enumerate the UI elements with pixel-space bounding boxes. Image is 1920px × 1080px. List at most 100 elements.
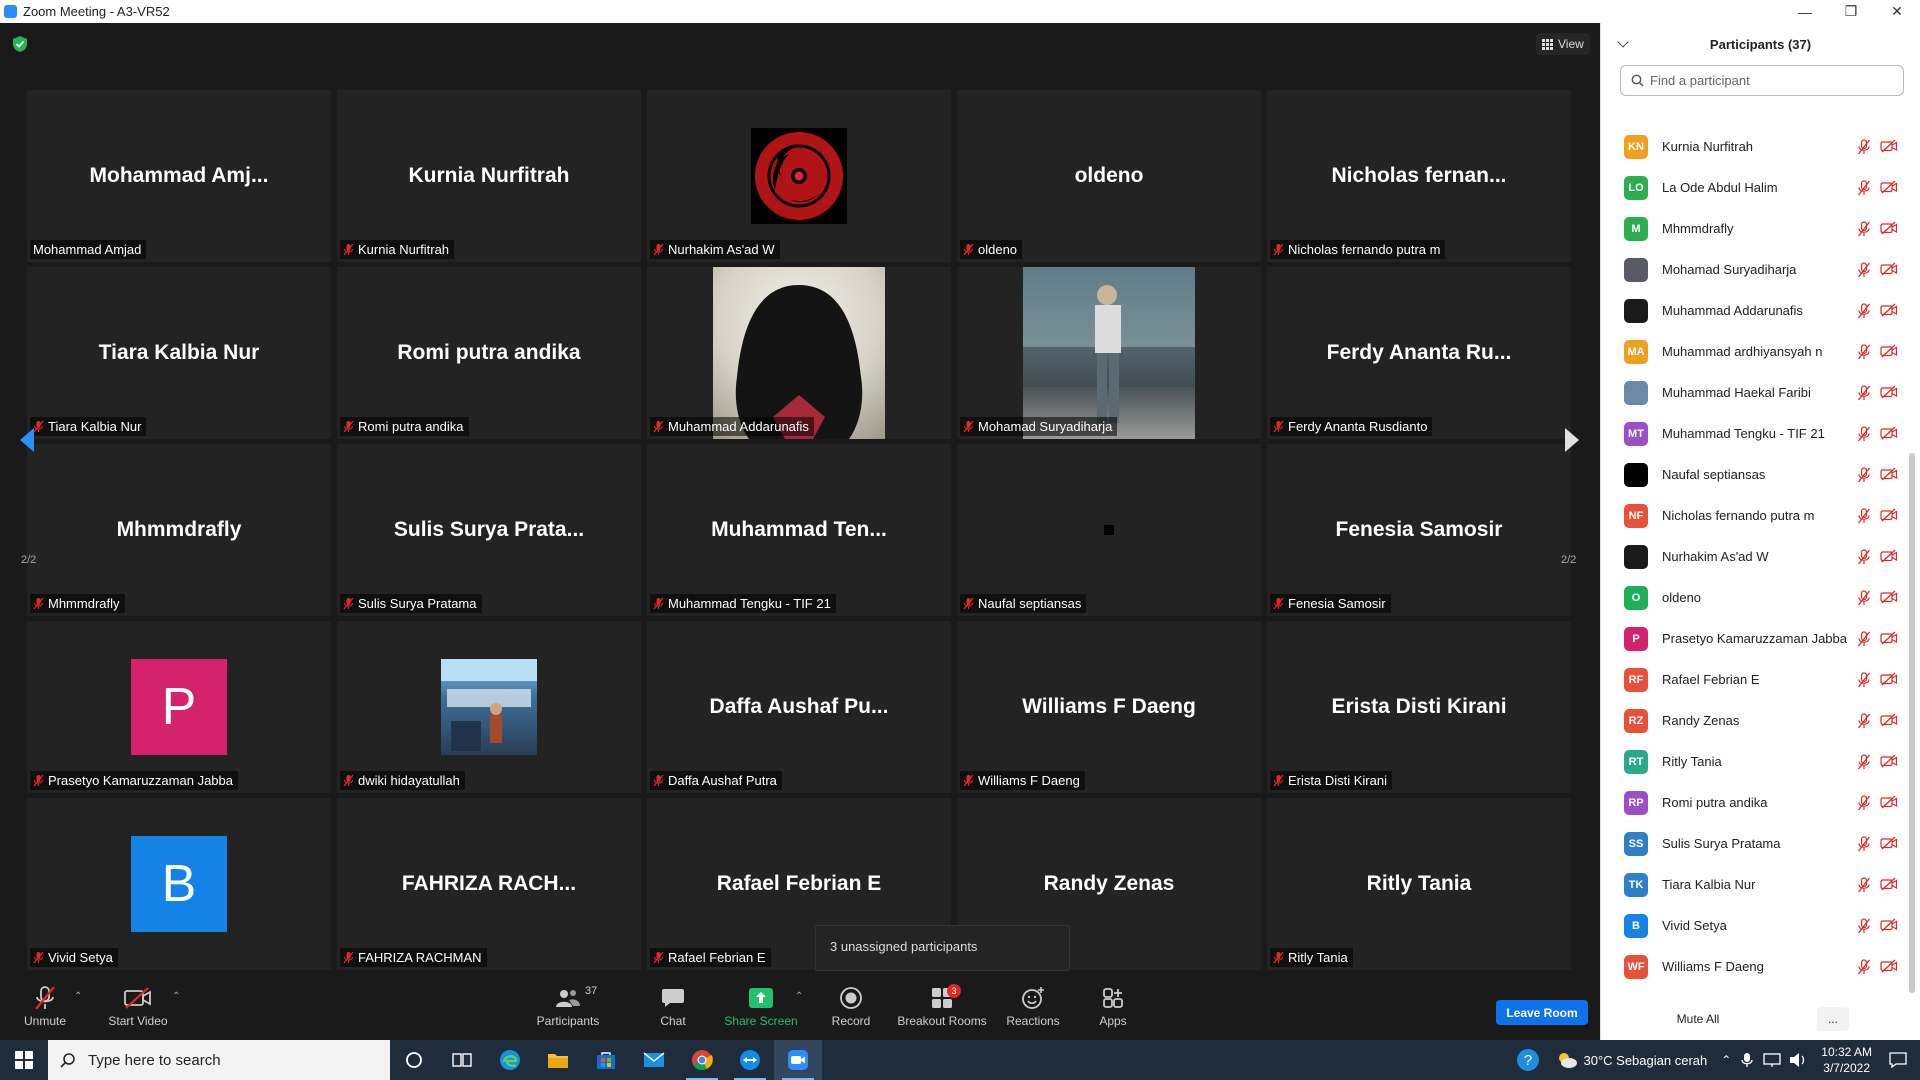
show-hidden-icons-chevron-icon[interactable]: ⌃	[1721, 1053, 1731, 1067]
participant-camera-off-icon[interactable]	[1880, 672, 1898, 686]
share-screen-button[interactable]: Share Screen	[716, 985, 806, 1035]
participant-camera-off-icon[interactable]	[1880, 590, 1898, 604]
participant-mic-muted-icon[interactable]	[1857, 426, 1871, 442]
participant-row[interactable]: M Mhmmdrafly	[1601, 208, 1906, 249]
breakout-rooms-button[interactable]: 3 Breakout Rooms	[897, 984, 987, 1035]
mail-icon[interactable]	[630, 1040, 678, 1080]
participant-mic-muted-icon[interactable]	[1857, 221, 1871, 237]
participant-camera-off-icon[interactable]	[1880, 221, 1898, 235]
participant-row[interactable]: Ooldeno	[1601, 577, 1906, 618]
participant-camera-off-icon[interactable]	[1880, 262, 1898, 276]
teamviewer-icon[interactable]	[726, 1040, 774, 1080]
task-view-icon[interactable]	[438, 1040, 486, 1080]
start-video-button[interactable]: Start Video	[93, 985, 183, 1035]
participants-button[interactable]: 37 Participants	[523, 985, 613, 1035]
participant-row[interactable]: RF Rafael Febrian E	[1601, 659, 1906, 700]
encryption-shield-icon[interactable]	[12, 35, 28, 53]
participant-row[interactable]: TK Tiara Kalbia Nur	[1601, 864, 1906, 905]
participant-mic-muted-icon[interactable]	[1857, 713, 1871, 729]
participant-row[interactable]: RZ Randy Zenas	[1601, 700, 1906, 741]
apps-button[interactable]: Apps	[1068, 985, 1158, 1035]
more-options-button[interactable]: ...	[1817, 1007, 1849, 1031]
video-tile[interactable]: Ferdy Ananta Ru... Ferdy Ananta Rusdianto	[1267, 267, 1571, 439]
video-tile[interactable]: dwiki hidayatullah	[337, 621, 641, 793]
video-tile[interactable]: FAHRIZA RACH... FAHRIZA RACHMAN	[337, 798, 641, 970]
participant-row[interactable]: NF Nicholas fernando putra m	[1601, 495, 1906, 536]
participant-camera-off-icon[interactable]	[1880, 631, 1898, 645]
edge-browser-icon[interactable]	[486, 1040, 534, 1080]
chrome-icon[interactable]	[678, 1040, 726, 1080]
participant-row[interactable]: Nurhakim As'ad W	[1601, 536, 1906, 577]
minimize-button[interactable]: —	[1782, 0, 1828, 23]
video-tile[interactable]: Mhmmdrafly Mhmmdrafly	[27, 444, 331, 616]
previous-page-button[interactable]	[12, 416, 42, 464]
participant-row[interactable]: Naufal septiansas	[1601, 454, 1906, 495]
participant-camera-off-icon[interactable]	[1880, 139, 1898, 153]
system-clock[interactable]: 10:32 AM 3/7/2022	[1821, 1044, 1872, 1076]
collapse-chevron-icon[interactable]	[1617, 36, 1629, 48]
notifications-icon[interactable]	[1888, 1051, 1908, 1069]
video-tile[interactable]: Naufal septiansas	[957, 444, 1261, 616]
video-tile[interactable]: Mohammad Amj... Mohammad Amjad	[27, 90, 331, 262]
participant-mic-muted-icon[interactable]	[1857, 672, 1871, 688]
taskbar-search-box[interactable]: Type here to search	[48, 1040, 390, 1080]
audio-options-chevron-icon[interactable]: ⌃	[74, 991, 82, 1002]
participant-camera-off-icon[interactable]	[1880, 918, 1898, 932]
reactions-button[interactable]: Reactions	[988, 985, 1078, 1035]
participant-row[interactable]: Muhammad Haekal Faribi	[1601, 372, 1906, 413]
participant-row[interactable]: Mohamad Suryadiharja	[1601, 249, 1906, 290]
video-tile[interactable]: Fenesia Samosir Fenesia Samosir	[1267, 444, 1571, 616]
video-tile[interactable]: Nurhakim As'ad W	[647, 90, 951, 262]
video-tile[interactable]: Ritly Tania Ritly Tania	[1267, 798, 1571, 970]
video-tile[interactable]: Erista Disti Kirani Erista Disti Kirani	[1267, 621, 1571, 793]
participant-mic-muted-icon[interactable]	[1857, 385, 1871, 401]
file-explorer-icon[interactable]	[534, 1040, 582, 1080]
view-button[interactable]: View	[1536, 33, 1590, 55]
video-tile[interactable]: Williams F Daeng Williams F Daeng	[957, 621, 1261, 793]
start-button[interactable]	[0, 1040, 48, 1080]
video-tile[interactable]: Kurnia Nurfitrah Kurnia Nurfitrah	[337, 90, 641, 262]
participant-camera-off-icon[interactable]	[1880, 836, 1898, 850]
zoom-taskbar-icon[interactable]	[774, 1040, 822, 1080]
participant-camera-off-icon[interactable]	[1880, 303, 1898, 317]
mute-all-button[interactable]: Mute All	[1668, 1007, 1728, 1031]
participant-row[interactable]: LO La Ode Abdul Halim	[1601, 167, 1906, 208]
participant-mic-muted-icon[interactable]	[1857, 549, 1871, 565]
participant-mic-muted-icon[interactable]	[1857, 262, 1871, 278]
participant-row[interactable]: SS Sulis Surya Pratama	[1601, 823, 1906, 864]
participant-row[interactable]: MT Muhammad Tengku - TIF 21	[1601, 413, 1906, 454]
participant-row[interactable]: RT Ritly Tania	[1601, 741, 1906, 782]
participant-row[interactable]: WF Williams F Daeng	[1601, 946, 1906, 987]
participant-row[interactable]: RP Romi putra andika	[1601, 782, 1906, 823]
participant-mic-muted-icon[interactable]	[1857, 631, 1871, 647]
participant-mic-muted-icon[interactable]	[1857, 877, 1871, 893]
participant-row[interactable]: B Vivid Setya	[1601, 905, 1906, 946]
participant-row[interactable]: P Prasetyo Kamaruzzaman Jabba	[1601, 618, 1906, 659]
share-options-chevron-icon[interactable]: ⌃	[795, 991, 803, 1002]
participant-camera-off-icon[interactable]	[1880, 754, 1898, 768]
participant-mic-muted-icon[interactable]	[1857, 467, 1871, 483]
participant-mic-muted-icon[interactable]	[1857, 836, 1871, 852]
participant-camera-off-icon[interactable]	[1880, 508, 1898, 522]
weather-text[interactable]: 30°C Sebagian cerah	[1584, 1053, 1708, 1068]
video-tile[interactable]: Muhammad Addarunafis	[647, 267, 951, 439]
microsoft-store-icon[interactable]	[582, 1040, 630, 1080]
close-button[interactable]: ✕	[1874, 0, 1920, 23]
participant-mic-muted-icon[interactable]	[1857, 508, 1871, 524]
panel-scrollbar[interactable]	[1909, 453, 1915, 993]
participant-camera-off-icon[interactable]	[1880, 426, 1898, 440]
participant-camera-off-icon[interactable]	[1880, 877, 1898, 891]
participant-camera-off-icon[interactable]	[1880, 467, 1898, 481]
video-tile[interactable]: Sulis Surya Prata... Sulis Surya Pratama	[337, 444, 641, 616]
participant-mic-muted-icon[interactable]	[1857, 139, 1871, 155]
participant-mic-muted-icon[interactable]	[1857, 180, 1871, 196]
participant-camera-off-icon[interactable]	[1880, 549, 1898, 563]
video-tile[interactable]: Mohamad Suryadiharja	[957, 267, 1261, 439]
participant-mic-muted-icon[interactable]	[1857, 344, 1871, 360]
tray-microphone-icon[interactable]	[1741, 1052, 1753, 1068]
participant-mic-muted-icon[interactable]	[1857, 590, 1871, 606]
participant-mic-muted-icon[interactable]	[1857, 754, 1871, 770]
video-tile[interactable]: Romi putra andika Romi putra andika	[337, 267, 641, 439]
next-page-button[interactable]	[1557, 416, 1587, 464]
participant-mic-muted-icon[interactable]	[1857, 959, 1871, 975]
